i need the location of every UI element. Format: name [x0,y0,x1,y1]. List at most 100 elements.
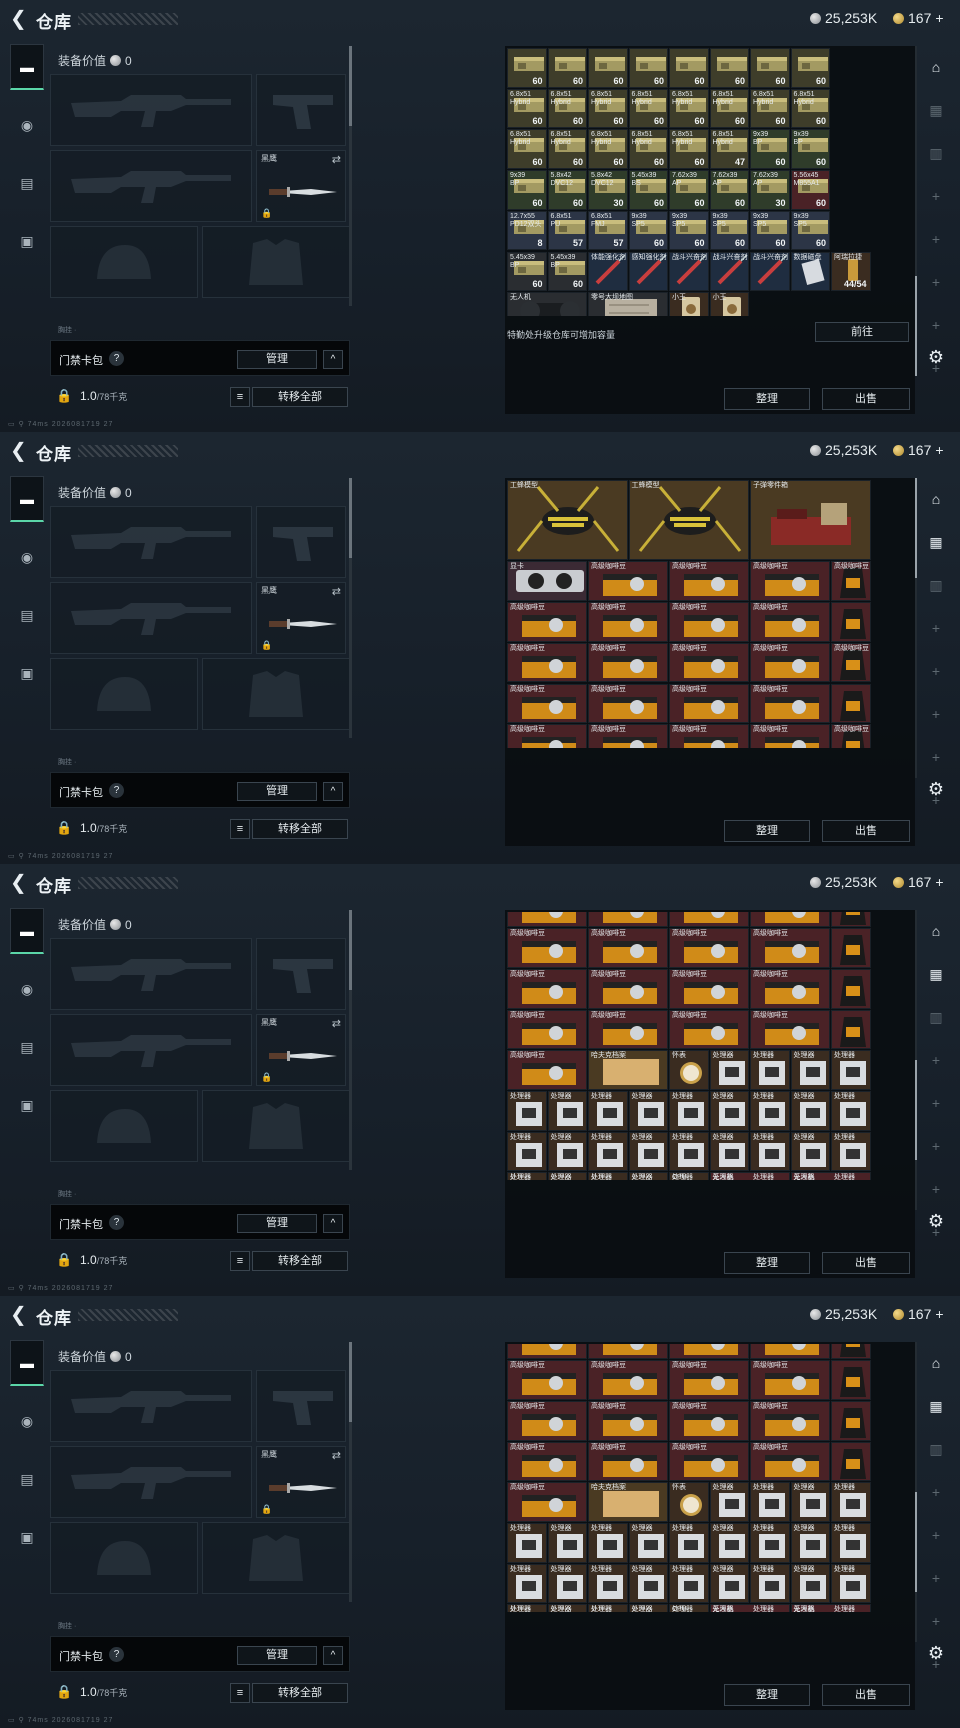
item-tile[interactable]: 处理器 [669,1131,709,1172]
item-tile[interactable]: 处理器 [669,1563,709,1604]
item-tile[interactable]: 怀表 [669,1482,709,1523]
pistol-slot[interactable] [256,506,346,578]
item-tile[interactable]: 高级咖啡豆 [750,683,830,724]
gold-currency[interactable]: 167 + [893,1306,944,1322]
storage-box-icon[interactable]: ▦ [921,959,951,989]
warehouse-scrollbar[interactable] [915,478,917,778]
shelf-icon[interactable]: ▥ [921,570,951,600]
item-tile[interactable]: 高级咖啡豆 [588,683,668,724]
item-tile[interactable]: 高级咖啡豆 [669,1400,749,1441]
item-tile[interactable]: 处理器 [628,1523,668,1563]
item-tile[interactable]: 6.8x51 Hybrid 60 [669,88,709,129]
item-tile[interactable]: 处理器 [547,1091,587,1131]
gold-currency[interactable]: 167 + [893,874,944,890]
sort-button[interactable]: 整理 [724,1252,810,1274]
transfer-all-button[interactable]: 转移全部 [252,1683,348,1703]
item-tile[interactable] [507,912,587,928]
warehouse-tab-icon[interactable]: ⌂ [921,1348,951,1378]
helmet-slot[interactable] [50,658,198,730]
item-tile[interactable]: 5.56x45 M855A1 60 [790,170,830,210]
item-tile[interactable]: 高级咖啡豆 [588,1441,668,1482]
add-tab-icon[interactable]: + [921,1520,951,1550]
item-tile[interactable]: 处理器 [507,1131,547,1172]
case-tab-icon[interactable]: ▣ [10,1082,44,1128]
pistol-slot[interactable] [256,1370,346,1442]
item-tile[interactable]: 高级咖啡豆 [507,602,587,642]
item-tile[interactable] [831,683,871,724]
add-gold-icon[interactable]: + [935,10,943,26]
add-tab-icon[interactable]: + [921,267,951,297]
item-tile[interactable]: 高级咖啡豆 [507,1441,587,1482]
collapse-icon[interactable]: ^ [323,1646,343,1665]
item-tile[interactable]: 高级咖啡豆 [750,724,830,748]
item-tile[interactable]: 处理器 [507,1172,547,1180]
loadout-scrollbar[interactable] [349,910,352,1170]
swap-icon[interactable]: ⇄ [332,585,341,598]
item-tile[interactable]: 6.8x51 Hybrid 60 [588,88,628,129]
item-tile[interactable]: 60 [507,48,547,88]
melee-slot[interactable]: 黑鹰 ⇄ 🔒 [256,1014,346,1086]
item-tile[interactable] [669,1344,749,1360]
add-tab-icon[interactable]: + [921,1477,951,1507]
melee-slot[interactable]: 黑鹰 ⇄ 🔒 [256,582,346,654]
collapse-icon[interactable]: ^ [323,350,343,369]
item-tile[interactable]: 处理器 [790,1131,830,1172]
settings-gear-icon[interactable]: ⚙ [921,342,951,372]
list-view-icon[interactable]: ≡ [230,387,250,407]
item-tile[interactable]: 高级咖啡豆 [507,1009,587,1050]
swap-icon[interactable]: ⇄ [332,153,341,166]
pistol-slot[interactable] [256,74,346,146]
warehouse-tab-icon[interactable]: ⌂ [921,484,951,514]
armor-slot[interactable] [202,1090,350,1162]
transfer-all-button[interactable]: 转移全部 [252,819,348,839]
item-tile[interactable]: 高级咖啡豆 [669,1441,749,1482]
item-tile[interactable]: 高级咖啡豆 [831,642,871,683]
item-tile[interactable]: 处理器 [507,1523,547,1563]
item-tile[interactable]: 高级咖啡豆 [831,724,871,748]
sort-button[interactable]: 整理 [724,820,810,842]
item-tile[interactable]: 无人机 [709,1172,790,1180]
secondary-weapon-slot[interactable] [50,1014,252,1086]
item-tile[interactable] [831,1344,871,1360]
item-tile[interactable]: 战斗兴奋剂 [709,251,749,292]
item-tile[interactable]: 无人机 [507,292,587,316]
item-tile[interactable]: 60 [709,48,749,88]
item-tile[interactable]: 处理器 [750,1563,790,1604]
item-tile[interactable]: 处理器 [547,1563,587,1604]
item-tile[interactable]: 处理器 [790,1563,830,1604]
item-tile[interactable]: 6.8x51 Hybrid 60 [628,88,668,129]
item-tile[interactable]: 高级咖啡豆 [750,1441,830,1482]
shelf-icon[interactable]: ▥ [921,138,951,168]
helmet-slot[interactable] [50,1090,198,1162]
item-tile[interactable]: 高级咖啡豆 [669,683,749,724]
clipboard-tab-icon[interactable]: ▤ [10,160,44,206]
item-tile[interactable]: 处理器 [507,1563,547,1604]
storage-box-icon[interactable]: ▦ [921,95,951,125]
sell-button[interactable]: 出售 [822,820,910,842]
warehouse-tab-icon[interactable]: ⌂ [921,52,951,82]
warehouse-scrollbar[interactable] [915,46,917,376]
item-tile[interactable]: 高级咖啡豆 [669,968,749,1009]
warehouse-scrollbar[interactable] [915,1342,917,1642]
item-tile[interactable]: 高级咖啡豆 [588,968,668,1009]
settings-gear-icon[interactable]: ⚙ [921,774,951,804]
item-tile[interactable] [831,1441,871,1482]
item-tile[interactable]: 高级咖啡豆 [507,1050,587,1091]
item-tile[interactable]: 处理器 [628,1091,668,1131]
collapse-icon[interactable]: ^ [323,782,343,801]
gold-currency[interactable]: 167 + [893,10,944,26]
item-tile[interactable]: 处理器 [790,1523,830,1563]
item-tile[interactable]: 高级咖啡豆 [507,642,587,683]
item-tile[interactable]: 无人机 [790,1172,871,1180]
item-tile[interactable]: 高级咖啡豆 [669,1009,749,1050]
item-tile[interactable]: 6.8x51 Hybrid 60 [507,88,547,129]
loadout-scrollbar[interactable] [349,46,352,306]
item-tile[interactable]: 60 [790,48,830,88]
item-tile[interactable]: 6.8x51 Hybrid 60 [669,129,709,170]
item-tile[interactable]: 6.8x51 Hybrid 60 [547,88,587,129]
item-tile[interactable]: 高级咖啡豆 [669,928,749,968]
item-tile[interactable] [750,912,830,928]
item-tile[interactable] [831,1009,871,1050]
item-tile[interactable]: 高级咖啡豆 [507,1400,587,1441]
add-tab-icon[interactable]: + [921,1606,951,1636]
